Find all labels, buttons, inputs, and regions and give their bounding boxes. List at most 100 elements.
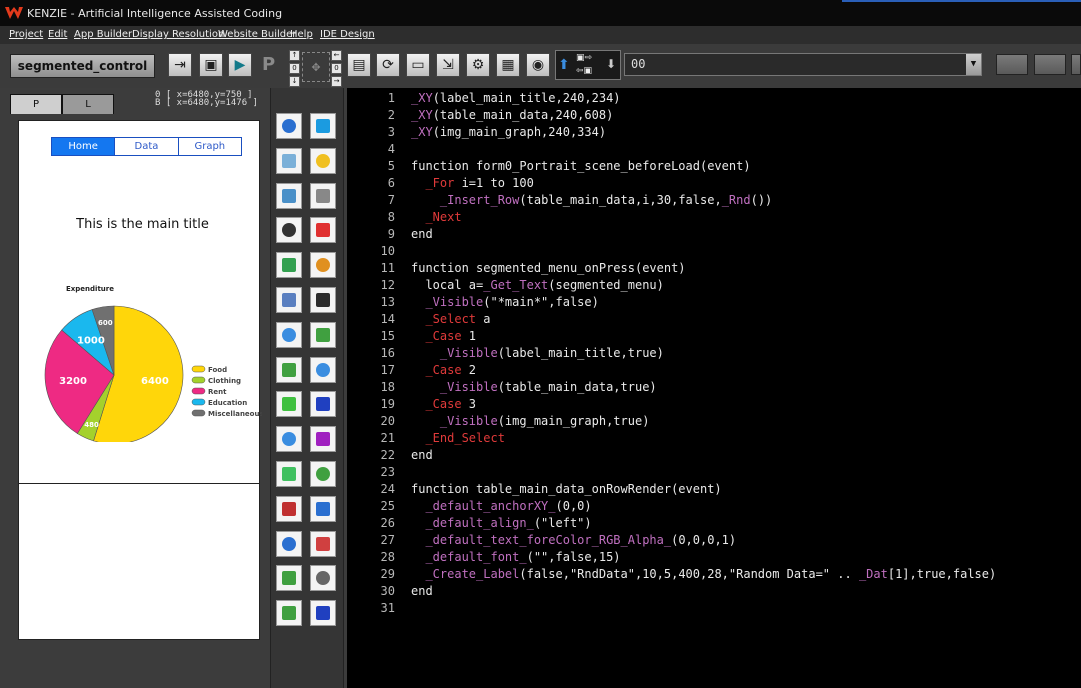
code-line[interactable]: _Case 3 [411, 397, 476, 411]
console-button[interactable]: ▭ [406, 53, 430, 77]
list-icon[interactable] [310, 530, 336, 557]
code-line[interactable]: function segmented_menu_onPress(event) [411, 261, 686, 275]
nudge-right-button[interactable]: → [331, 76, 342, 87]
move-grid[interactable]: ✥ [302, 52, 330, 82]
segment-data[interactable]: Data [114, 138, 177, 155]
menu-edit[interactable]: Edit [48, 29, 67, 40]
export-button[interactable]: ⇥ [168, 53, 192, 77]
code-line[interactable]: function table_main_data_onRowRender(eve… [411, 482, 722, 496]
tab-landscape[interactable]: L [62, 94, 114, 114]
connect-icon[interactable] [310, 461, 336, 487]
toolbar-blank-button-1[interactable] [996, 54, 1028, 75]
clipboard-button[interactable]: ▦ [496, 53, 520, 77]
code-line[interactable]: _Select a [411, 312, 490, 326]
segment-graph[interactable]: Graph [177, 138, 241, 155]
code-line[interactable]: _Case 1 [411, 329, 476, 343]
tree-icon[interactable] [310, 356, 336, 383]
slider-icon[interactable] [276, 356, 302, 383]
toggle-icon-glyph [282, 467, 296, 481]
code-line[interactable]: _Visible("*main*",false) [411, 295, 598, 309]
toggle-icon[interactable] [276, 461, 302, 487]
resize-icon[interactable] [310, 391, 336, 418]
button-icon-glyph [316, 153, 330, 168]
text-area-icon[interactable] [276, 287, 302, 313]
run-button[interactable]: ▶ [228, 53, 252, 77]
code-line[interactable]: _Visible(table_main_data,true) [411, 380, 657, 394]
image-icon[interactable] [276, 147, 302, 174]
menu-display-resolution[interactable]: Display Resolution [132, 29, 224, 40]
save-button[interactable]: ▣ [199, 53, 223, 77]
menu-app-builder[interactable]: App Builder [74, 29, 132, 40]
spinner-icon[interactable] [276, 391, 302, 418]
project-name-button[interactable]: segmented_control [10, 54, 155, 78]
code-line[interactable]: _End_Select [411, 431, 504, 445]
legend-swatch-education [191, 398, 206, 406]
stepper-icon[interactable] [276, 426, 302, 453]
tab-portrait[interactable]: P [10, 94, 62, 114]
code-line[interactable]: _Insert_Row(table_main_data,i,30,false,_… [411, 193, 772, 207]
toolbar-blank-button-3[interactable] [1071, 54, 1081, 75]
code-line[interactable]: end [411, 584, 433, 598]
layers-icon[interactable] [310, 217, 336, 244]
code-line[interactable]: _XY(img_main_graph,240,334) [411, 125, 606, 139]
code-line[interactable]: end [411, 227, 433, 241]
segment-home[interactable]: Home [52, 138, 115, 155]
clock-icon[interactable] [310, 565, 336, 592]
video-icon[interactable] [310, 600, 336, 627]
radio-icon[interactable] [276, 565, 302, 592]
menu-ide-design[interactable]: IDE Design [320, 29, 375, 40]
code-line[interactable]: _Visible(img_main_graph,true) [411, 414, 650, 428]
label-icon[interactable] [276, 113, 302, 139]
code-line[interactable]: _Visible(label_main_title,true) [411, 346, 664, 360]
code-line[interactable]: local a=_Get_Text(segmented_menu) [411, 278, 663, 292]
image-button-icon[interactable] [276, 182, 302, 209]
code-line[interactable]: _For i=1 to 100 [411, 176, 533, 190]
web-icon[interactable] [310, 495, 336, 522]
code-line[interactable]: _XY(table_main_data,240,608) [411, 108, 613, 122]
nudge-left-button[interactable]: ← [331, 50, 342, 61]
code-line[interactable]: _default_anchorXY_(0,0) [411, 499, 591, 513]
dropdown-chevron-icon[interactable]: ▼ [966, 54, 981, 75]
code-line[interactable]: _default_text_foreColor_RGB_Alpha_(0,0,0… [411, 533, 736, 547]
progress-icon[interactable] [276, 252, 302, 279]
value-field[interactable]: 00 ▼ [624, 53, 982, 76]
code-line[interactable]: function form0_Portrait_scene_beforeLoad… [411, 159, 751, 173]
refresh-button[interactable]: ⟳ [376, 53, 400, 77]
code-line[interactable]: _Create_Label(false,"RndData",10,5,400,2… [411, 567, 996, 581]
phone-preview-lower[interactable] [18, 483, 260, 640]
text-icon[interactable] [310, 113, 336, 139]
button-icon[interactable] [310, 147, 336, 174]
menu-help[interactable]: Help [290, 29, 313, 40]
node-icon[interactable] [310, 321, 336, 348]
properties-button[interactable]: ▤ [347, 53, 371, 77]
code-line[interactable]: _Next [411, 210, 461, 224]
import-button[interactable]: ⇲ [436, 53, 460, 77]
checkbox-icon[interactable] [276, 600, 302, 627]
layer-order-control[interactable]: ⬆ ▣⇨ ⇦▣ ⬇ [555, 50, 621, 80]
container-icon[interactable] [310, 252, 336, 279]
html-icon[interactable] [276, 495, 302, 522]
segmented-control[interactable]: Home Data Graph [51, 137, 242, 156]
code-line[interactable]: _default_font_("",false,15) [411, 550, 620, 564]
toolbar-blank-button-2[interactable] [1034, 54, 1066, 75]
align-icon[interactable] [310, 287, 336, 313]
nudge-down-button[interactable]: ↓ [289, 76, 300, 87]
link-icon[interactable] [310, 426, 336, 453]
browser-icon[interactable] [276, 530, 302, 557]
rotate-icon[interactable] [310, 182, 336, 209]
settings-button[interactable]: ⚙ [466, 53, 490, 77]
menu-website-builder[interactable]: Website Builder [218, 29, 296, 40]
table-icon[interactable] [276, 217, 302, 244]
input-icon[interactable] [276, 321, 302, 348]
menu-project[interactable]: Project [9, 29, 43, 40]
nudge-zero-left[interactable]: 0 [289, 63, 300, 74]
nudge-zero-right[interactable]: 0 [331, 63, 342, 74]
code-line[interactable]: end [411, 448, 433, 462]
code-editor[interactable]: 1 _XY(label_main_title,240,234) 2 _XY(table… [347, 88, 1081, 688]
code-line[interactable]: _Case 2 [411, 363, 476, 377]
code-line[interactable]: _default_align_("left") [411, 516, 591, 530]
nudge-up-button[interactable]: ↑ [289, 50, 300, 61]
browser-icon-glyph [282, 536, 296, 551]
code-line[interactable]: _XY(label_main_title,240,234) [411, 91, 621, 105]
speaker-button[interactable]: ◉ [526, 53, 550, 77]
